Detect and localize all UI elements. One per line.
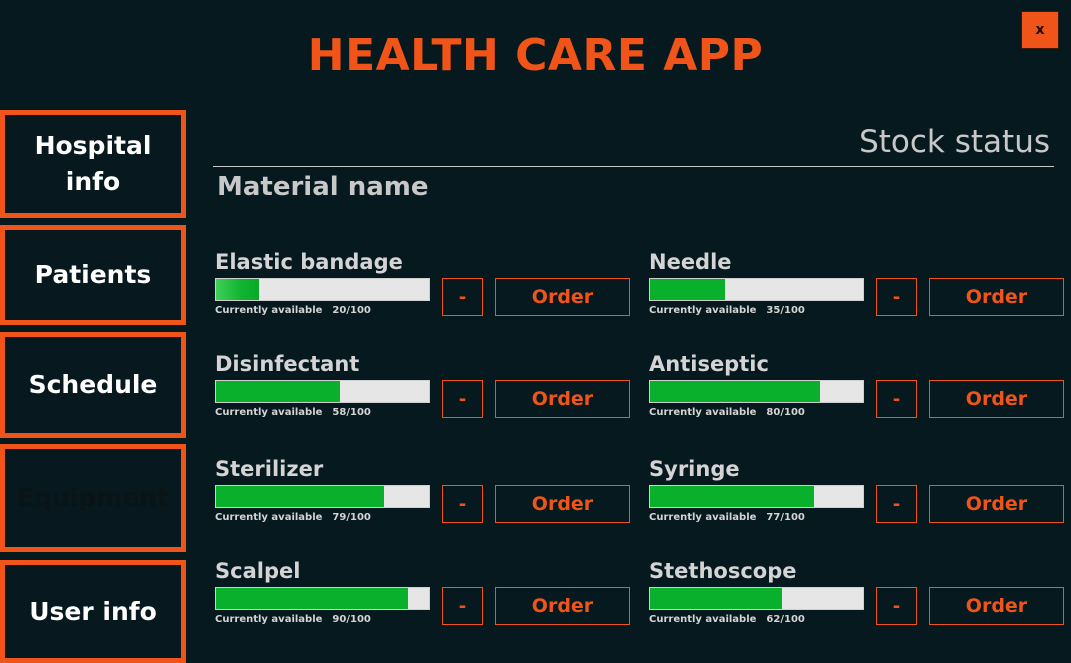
availability-text: Currently available 20/100 [215,305,371,316]
decrease-button[interactable]: - [876,380,917,418]
stock-bar [215,587,430,610]
order-button[interactable]: Order [495,278,630,316]
nav-hospital-info-button[interactable]: Hospital info [0,110,186,218]
available-label: Currently available [215,614,323,625]
stock-bar-fill [650,279,725,300]
stock-bar-fill [216,588,408,609]
available-label: Currently available [649,305,757,316]
material-item: Needle Currently available 35/100 - Order [649,250,1069,330]
availability-text: Currently available 62/100 [649,614,805,625]
stock-bar-fill [216,486,385,507]
material-item: Stethoscope Currently available 62/100 - … [649,559,1069,639]
availability-text: Currently available 90/100 [215,614,371,625]
stock-count: 80/100 [766,407,805,418]
available-label: Currently available [649,512,757,523]
material-name: Scalpel [215,559,301,583]
material-item: Sterilizer Currently available 79/100 - O… [215,457,635,537]
order-button[interactable]: Order [929,587,1064,625]
availability-text: Currently available 77/100 [649,512,805,523]
available-label: Currently available [649,407,757,418]
app-title: HEALTH CARE APP [307,30,764,81]
nav-user-info-button[interactable]: User info [0,560,186,663]
order-button[interactable]: Order [929,278,1064,316]
stock-bar [215,485,430,508]
stock-bar-fill [216,279,259,300]
nav-schedule-button[interactable]: Schedule [0,332,186,438]
material-item: Syringe Currently available 77/100 - Orde… [649,457,1069,537]
decrease-button[interactable]: - [876,278,917,316]
stock-bar-fill [650,381,821,402]
decrease-button[interactable]: - [442,587,483,625]
section-title: Stock status [859,124,1050,160]
material-name: Disinfectant [215,352,360,376]
availability-text: Currently available 35/100 [649,305,805,316]
material-name: Elastic bandage [215,250,403,274]
decrease-button[interactable]: - [442,278,483,316]
order-button[interactable]: Order [929,380,1064,418]
stock-count: 77/100 [766,512,805,523]
close-button[interactable]: x [1021,11,1059,49]
stock-bar [649,485,864,508]
decrease-button[interactable]: - [876,587,917,625]
availability-text: Currently available 79/100 [215,512,371,523]
stock-bar [649,278,864,301]
stock-count: 62/100 [766,614,805,625]
stock-bar-fill [216,381,340,402]
nav-patients-button[interactable]: Patients [0,225,186,325]
order-button[interactable]: Order [495,380,630,418]
material-item: Disinfectant Currently available 58/100 -… [215,352,635,432]
stock-count: 35/100 [766,305,805,316]
material-name: Stethoscope [649,559,797,583]
availability-text: Currently available 58/100 [215,407,371,418]
material-item: Elastic bandage Currently available 20/10… [215,250,635,330]
decrease-button[interactable]: - [876,485,917,523]
stock-count: 90/100 [332,614,371,625]
order-button[interactable]: Order [495,587,630,625]
stock-bar-fill [650,588,783,609]
material-item: Scalpel Currently available 90/100 - Orde… [215,559,635,639]
stock-count: 79/100 [332,512,371,523]
column-header: Material name [217,172,429,202]
nav-equipment-button[interactable]: Equipment [0,444,186,552]
material-name: Sterilizer [215,457,324,481]
stock-bar [649,380,864,403]
material-name: Needle [649,250,732,274]
section-divider [213,166,1054,167]
decrease-button[interactable]: - [442,380,483,418]
availability-text: Currently available 80/100 [649,407,805,418]
available-label: Currently available [649,614,757,625]
material-name: Syringe [649,457,740,481]
available-label: Currently available [215,407,323,418]
order-button[interactable]: Order [495,485,630,523]
stock-bar [649,587,864,610]
stock-bar [215,380,430,403]
stock-count: 20/100 [332,305,371,316]
stock-count: 58/100 [332,407,371,418]
available-label: Currently available [215,305,323,316]
material-item: Antiseptic Currently available 80/100 - O… [649,352,1069,432]
order-button[interactable]: Order [929,485,1064,523]
available-label: Currently available [215,512,323,523]
material-name: Antiseptic [649,352,769,376]
stock-bar-fill [650,486,814,507]
stock-bar [215,278,430,301]
decrease-button[interactable]: - [442,485,483,523]
